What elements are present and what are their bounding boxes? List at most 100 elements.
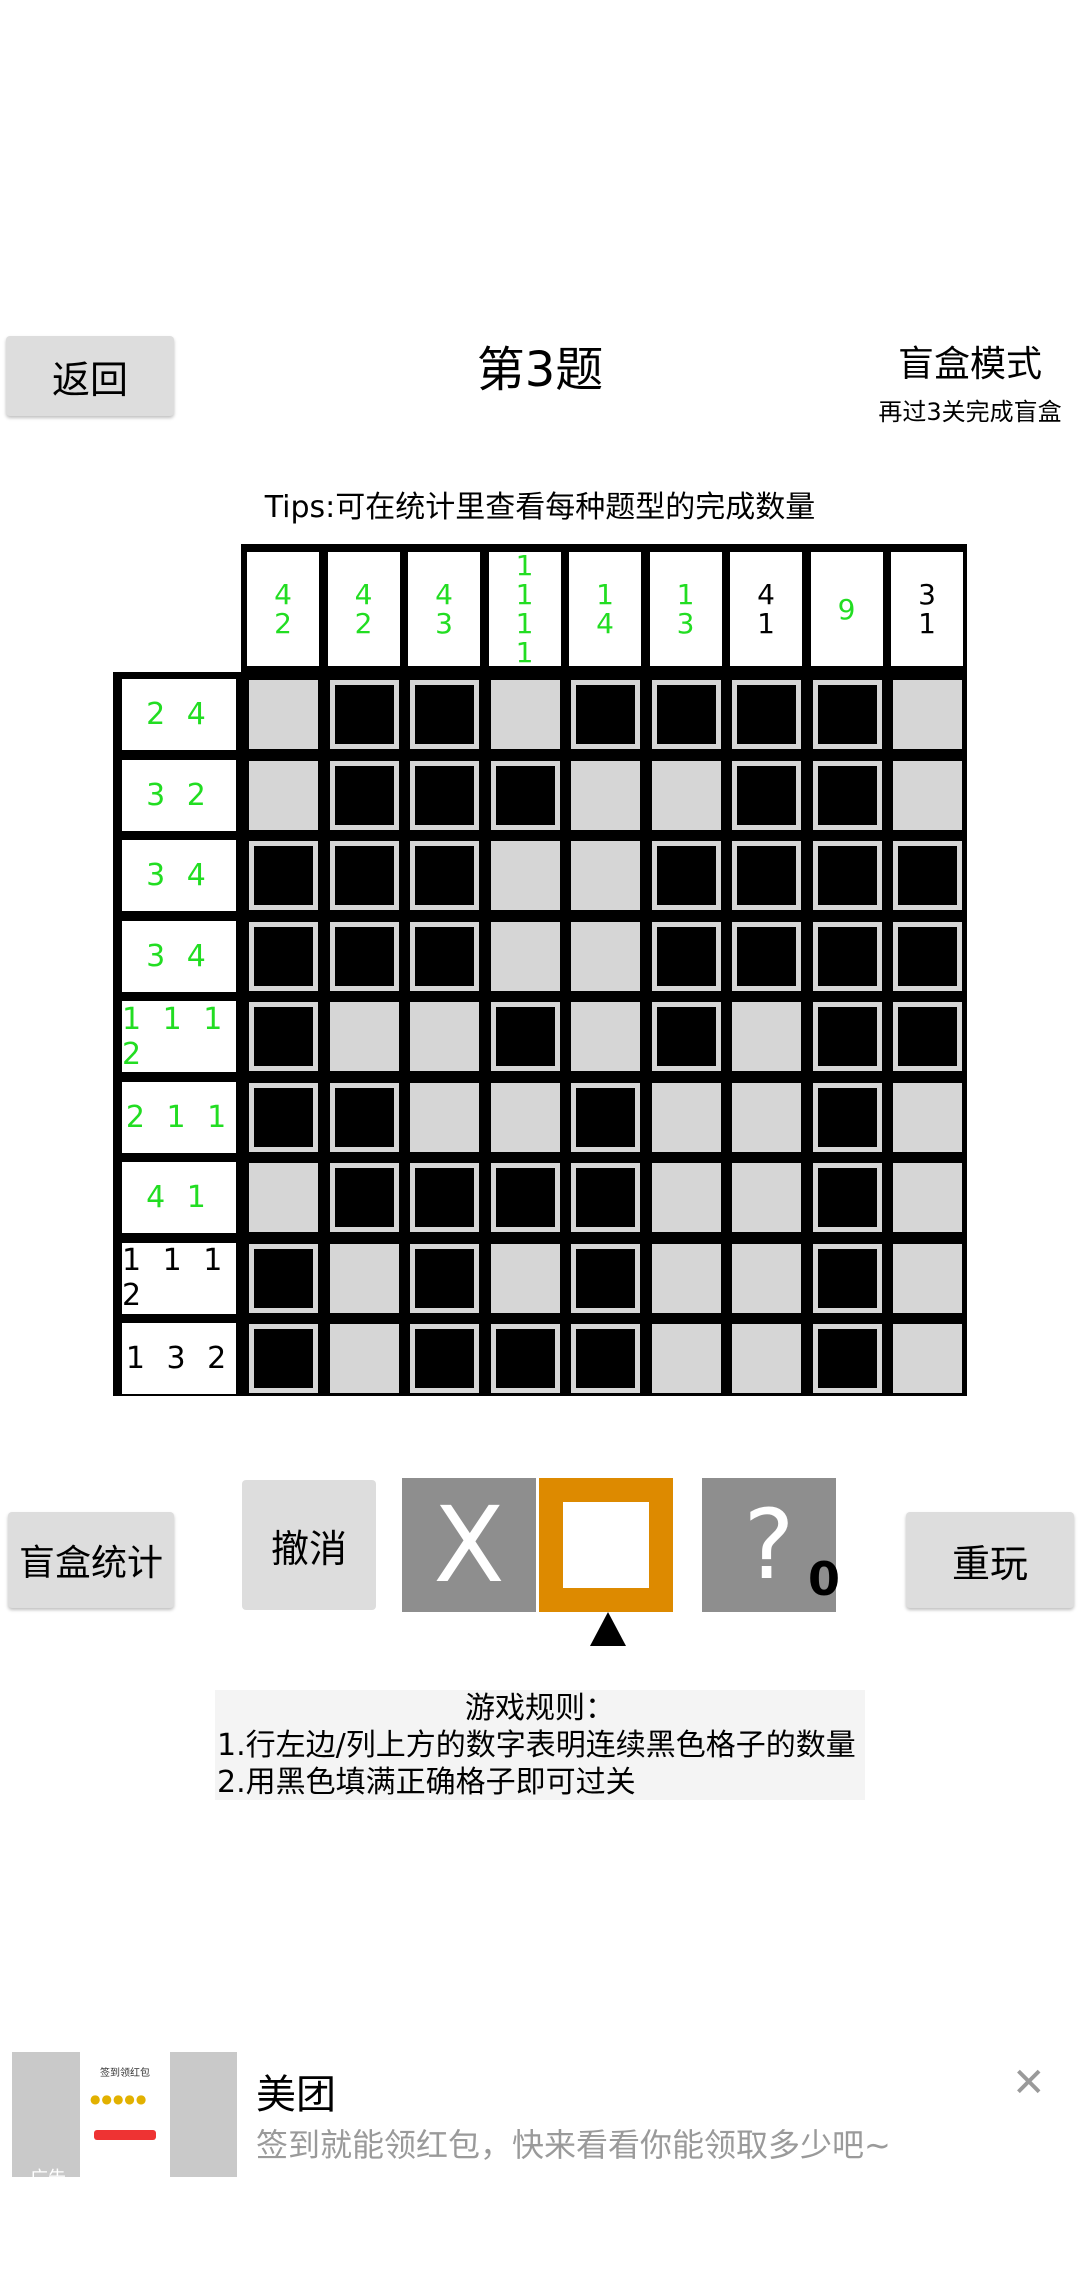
grid-cell-filled[interactable] (569, 1322, 642, 1395)
grid-cell-empty[interactable] (488, 1241, 562, 1315)
grid-cell-empty[interactable] (730, 1000, 803, 1073)
grid-cell-filled[interactable] (810, 1322, 884, 1395)
grid-cell-empty[interactable] (569, 919, 642, 993)
blindbox-stats-button[interactable]: 盲盒统计 (8, 1512, 174, 1608)
grid-cell-filled[interactable] (408, 1161, 481, 1234)
grid-cell-empty[interactable] (649, 758, 723, 832)
column-clue-text: 4 2 (274, 578, 292, 640)
grid-cell-empty[interactable] (649, 1241, 723, 1315)
grid-cell-empty[interactable] (408, 1080, 481, 1154)
undo-button[interactable]: 撤消 (242, 1480, 376, 1610)
grid-cell-filled[interactable] (488, 1322, 562, 1395)
grid-cell-empty[interactable] (247, 1161, 320, 1234)
grid-cell-empty[interactable] (730, 1080, 803, 1154)
close-icon[interactable]: ✕ (1012, 2060, 1046, 2106)
grid-cell-filled[interactable] (569, 1241, 642, 1315)
grid-cell-empty[interactable] (569, 758, 642, 832)
grid-cell-empty[interactable] (891, 1322, 964, 1395)
grid-cell-empty[interactable] (730, 1241, 803, 1315)
grid-cell-filled[interactable] (810, 1161, 884, 1234)
grid-cell-filled[interactable] (327, 839, 401, 912)
row-clue: 1 3 2 (122, 1323, 236, 1394)
grid-cell-filled[interactable] (730, 839, 803, 912)
grid-cell-filled[interactable] (408, 758, 481, 832)
grid-cell-filled[interactable] (891, 839, 964, 912)
grid-cell-empty[interactable] (649, 1322, 723, 1395)
grid-cell-filled[interactable] (730, 919, 803, 993)
ad-image[interactable]: 签到领红包 ●●●●● 广告 (12, 2052, 237, 2177)
grid-cell-empty[interactable] (247, 678, 320, 751)
fill-tool-button[interactable] (539, 1478, 673, 1612)
grid-cell-filled[interactable] (810, 758, 884, 832)
grid-cell-filled[interactable] (408, 1322, 481, 1395)
grid-cell-filled[interactable] (327, 919, 401, 993)
grid-cell-filled[interactable] (810, 839, 884, 912)
grid-cell-filled[interactable] (408, 839, 481, 912)
grid-cell-filled[interactable] (488, 1161, 562, 1234)
grid-cell-filled[interactable] (569, 1080, 642, 1154)
grid-cell-empty[interactable] (327, 1322, 401, 1395)
grid-cell-empty[interactable] (488, 1080, 562, 1154)
grid-cell-empty[interactable] (891, 1080, 964, 1154)
grid-cell-filled[interactable] (247, 1000, 320, 1073)
grid-cell-filled[interactable] (810, 1080, 884, 1154)
grid-cell-filled[interactable] (649, 839, 723, 912)
grid-cell-empty[interactable] (891, 1161, 964, 1234)
grid-cell-filled[interactable] (810, 678, 884, 751)
grid-cell-empty[interactable] (488, 839, 562, 912)
grid-cell-filled[interactable] (408, 678, 481, 751)
grid-cell-empty[interactable] (327, 1241, 401, 1315)
grid-cell-filled[interactable] (569, 1161, 642, 1234)
grid-cell-empty[interactable] (649, 1161, 723, 1234)
grid-cell-filled[interactable] (327, 678, 401, 751)
grid-cell-filled[interactable] (327, 1161, 401, 1234)
grid-cell-filled[interactable] (247, 1322, 320, 1395)
grid-cell-empty[interactable] (488, 919, 562, 993)
grid-cell-empty[interactable] (247, 758, 320, 832)
column-clue: 4 1 (730, 552, 802, 666)
grid-cell-filled[interactable] (327, 1080, 401, 1154)
grid-cell-empty[interactable] (730, 1322, 803, 1395)
grid-cell-filled[interactable] (408, 919, 481, 993)
hint-count: 0 (808, 1552, 841, 1606)
grid-cell-empty[interactable] (327, 1000, 401, 1073)
grid-cell-filled[interactable] (247, 919, 320, 993)
grid-cell-filled[interactable] (327, 758, 401, 832)
grid-cell-filled[interactable] (730, 758, 803, 832)
ad-banner[interactable]: 签到领红包 ●●●●● 广告 美团 签到就能领红包，快来看看你能领取多少吧~ ✕ (0, 2040, 1080, 2180)
grid-cell-filled[interactable] (569, 678, 642, 751)
grid-cell-filled[interactable] (649, 919, 723, 993)
row-clue: 3 4 (122, 920, 236, 992)
grid-cell-filled[interactable] (810, 1241, 884, 1315)
grid-cell-filled[interactable] (891, 919, 964, 993)
grid-cell-empty[interactable] (649, 1080, 723, 1154)
grid-cell-empty[interactable] (730, 1161, 803, 1234)
grid-cell-filled[interactable] (247, 1241, 320, 1315)
grid-cell-filled[interactable] (649, 1000, 723, 1073)
grid-cell-filled[interactable] (408, 1241, 481, 1315)
selected-tool-marker-icon (590, 1612, 626, 1646)
grid-cell-filled[interactable] (730, 678, 803, 751)
grid-cell-empty[interactable] (569, 1000, 642, 1073)
x-mark-tool-button[interactable]: X (402, 1478, 536, 1612)
grid-cell-filled[interactable] (810, 919, 884, 993)
mode-title: 盲盒模式 (897, 344, 1042, 385)
grid-cell-filled[interactable] (891, 1000, 964, 1073)
rule-line-2: 2.用黑色填满正确格子即可过关 (217, 1765, 636, 1800)
column-clue-text: 1 3 (676, 578, 695, 640)
grid-cell-empty[interactable] (569, 839, 642, 912)
grid-cell-filled[interactable] (247, 1080, 320, 1154)
replay-button[interactable]: 重玩 (906, 1512, 1074, 1608)
grid-cell-empty[interactable] (891, 678, 964, 751)
grid-cell-empty[interactable] (408, 1000, 481, 1073)
grid-cell-empty[interactable] (891, 1241, 964, 1315)
grid-cell-filled[interactable] (649, 678, 723, 751)
grid-cell-filled[interactable] (488, 758, 562, 832)
grid-cell-filled[interactable] (810, 1000, 884, 1073)
grid-cell-empty[interactable] (488, 678, 562, 751)
row-clue: 3 4 (122, 840, 236, 911)
grid-cell-filled[interactable] (488, 1000, 562, 1073)
grid-cell-filled[interactable] (247, 839, 320, 912)
grid-cell-empty[interactable] (891, 758, 964, 832)
mode-subtitle: 再过3关完成盲盒 (878, 398, 1062, 426)
